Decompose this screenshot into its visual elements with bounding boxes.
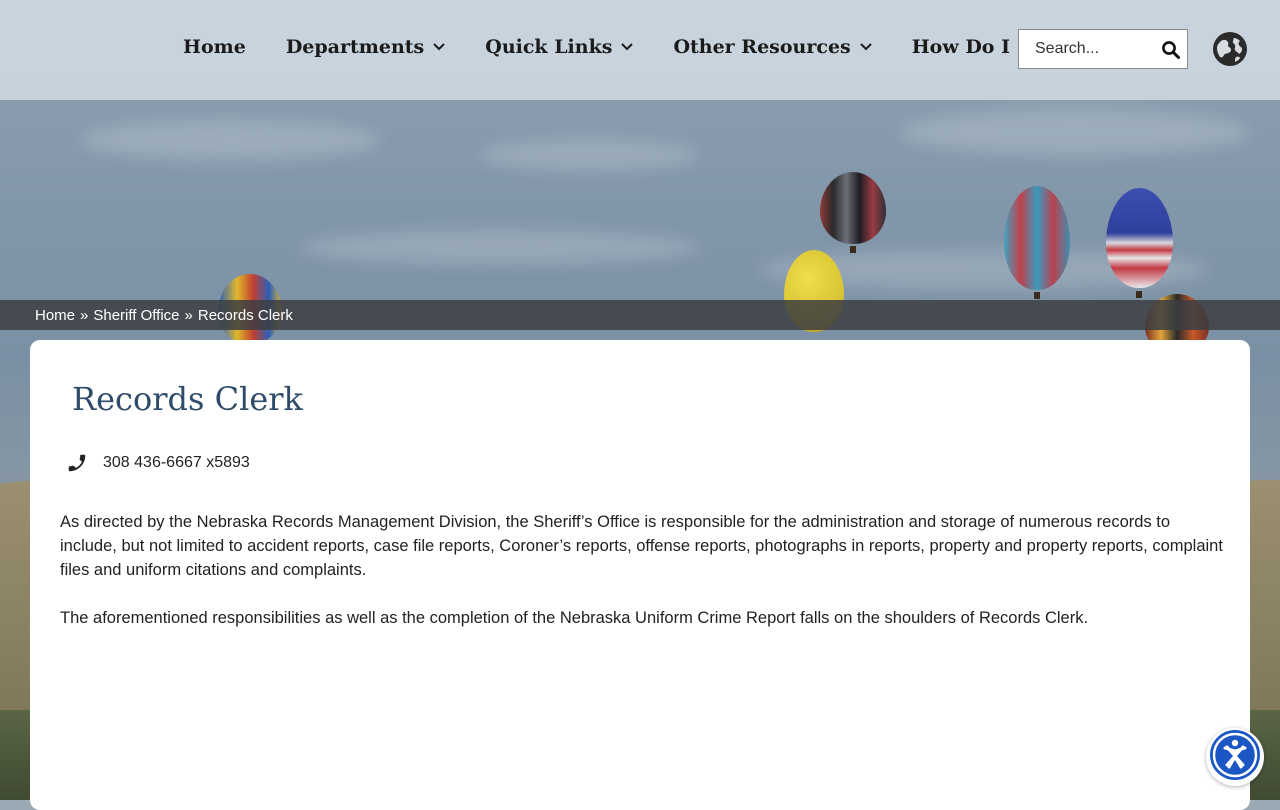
search-input[interactable] [1033, 39, 1167, 59]
cloud [480, 140, 700, 170]
cloud [300, 230, 700, 265]
nav-quick-links-label: Quick Links [485, 36, 613, 58]
breadcrumb-home[interactable]: Home [35, 307, 75, 324]
nav-home[interactable]: Home [183, 36, 246, 58]
nav-how-do-i-label: How Do I [911, 36, 1010, 58]
chevron-down-icon [860, 41, 872, 53]
site-header: Home Departments Quick Links Other Resou… [0, 0, 1280, 100]
cloud [900, 110, 1250, 155]
balloon-basket [1136, 291, 1142, 298]
balloon-basket [1034, 292, 1040, 299]
chevron-down-icon [621, 41, 634, 53]
description-paragraph: The aforementioned responsibilities as w… [60, 609, 1089, 627]
nav-departments-label: Departments [285, 36, 425, 58]
nav-departments[interactable]: Departments [286, 36, 445, 58]
description-paragraph: As directed by the Nebraska Records Mana… [60, 513, 1223, 579]
accessibility-icon [1208, 728, 1262, 786]
phone-contact: 308 436-6667 x5893 [66, 452, 250, 474]
nav-quick-links[interactable]: Quick Links [485, 36, 634, 58]
globe-icon[interactable] [1212, 31, 1248, 67]
nav-other-resources-label: Other Resources [673, 36, 851, 58]
nav-home-label: Home [183, 36, 246, 58]
balloon-basket [850, 246, 856, 253]
breadcrumb-separator: » [184, 306, 193, 324]
hot-air-balloon [820, 172, 886, 244]
page-title: Records Clerk [72, 380, 303, 418]
chevron-down-icon [433, 41, 445, 53]
breadcrumb-separator: » [80, 306, 89, 324]
nav-how-do-i[interactable]: How Do I [912, 36, 1031, 58]
cloud [80, 120, 380, 160]
search-icon[interactable] [1161, 40, 1181, 60]
breadcrumb: Home » Sheriff Office » Records Clerk [0, 300, 1280, 330]
breadcrumb-current: Records Clerk [197, 306, 293, 324]
hot-air-balloon [1004, 186, 1070, 290]
phone-number[interactable]: 308 436-6667 x5893 [103, 454, 250, 472]
main-nav: Home Departments Quick Links Other Resou… [183, 36, 1071, 58]
nav-other-resources[interactable]: Other Resources [673, 36, 872, 58]
hot-air-balloon [1106, 188, 1173, 288]
breadcrumb-sheriff-office[interactable]: Sheriff Office [93, 307, 179, 324]
phone-icon [66, 452, 88, 474]
breadcrumb-trail: Home » Sheriff Office » Records Clerk [35, 307, 293, 324]
search-box [1018, 29, 1188, 69]
content-card: Records Clerk 308 436-6667 x5893 As dire… [30, 340, 1250, 810]
accessibility-button[interactable] [1206, 728, 1264, 786]
